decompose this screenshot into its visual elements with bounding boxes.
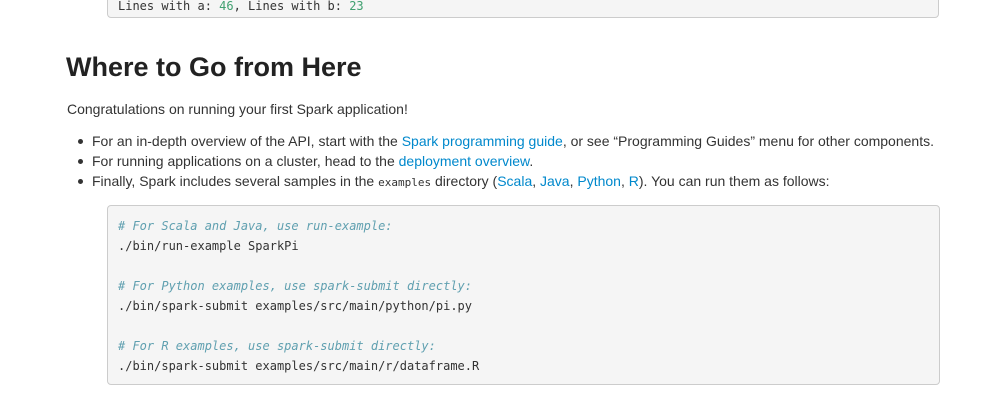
list-item-text: . <box>529 153 534 169</box>
code-comment: # For Scala and Java, use run-example: <box>118 219 393 233</box>
list-item-text: For running applications on a cluster, h… <box>92 153 399 169</box>
code-comment: # For Python examples, use spark-submit … <box>118 279 473 293</box>
previous-code-line: Lines with a: 46, Lines with b: 23 <box>118 0 364 13</box>
code-number: 23 <box>349 0 364 13</box>
programming-guide-link[interactable]: Spark programming guide <box>402 133 563 149</box>
list-item: Finally, Spark includes several samples … <box>78 171 992 191</box>
code-line: ./bin/run-example SparkPi <box>118 239 299 253</box>
intro-paragraph: Congratulations on running your first Sp… <box>67 101 408 117</box>
run-examples-code-block: # For Scala and Java, use run-example: .… <box>107 205 940 385</box>
r-examples-link[interactable]: R <box>629 173 639 189</box>
code-number: 46 <box>219 0 234 13</box>
code-line: ./bin/spark-submit examples/src/main/r/d… <box>118 359 480 373</box>
python-examples-link[interactable]: Python <box>577 173 621 189</box>
next-steps-list: For an in-depth overview of the API, sta… <box>67 131 992 191</box>
list-item-text: directory ( <box>431 173 498 189</box>
separator: , <box>532 173 541 189</box>
code-text: Lines with a: <box>118 0 220 13</box>
scala-examples-link[interactable]: Scala <box>497 173 532 189</box>
java-examples-link[interactable]: Java <box>540 173 570 189</box>
list-item: For an in-depth overview of the API, sta… <box>78 131 992 151</box>
separator: , <box>620 173 629 189</box>
previous-code-block: Lines with a: 46, Lines with b: 23 <box>107 0 939 18</box>
list-item-text: Finally, Spark includes several samples … <box>92 173 379 189</box>
code-comment: # For R examples, use spark-submit direc… <box>118 339 436 353</box>
code-text: , Lines with b: <box>233 0 350 13</box>
examples-inline-code: examples <box>378 176 432 189</box>
list-item-text: For an in-depth overview of the API, sta… <box>92 133 402 149</box>
deployment-overview-link[interactable]: deployment overview <box>399 153 530 169</box>
list-item-text: , or see “Programming Guides” menu for o… <box>562 133 934 149</box>
code-line: ./bin/spark-submit examples/src/main/pyt… <box>118 299 473 313</box>
section-heading: Where to Go from Here <box>66 52 362 82</box>
list-item: For running applications on a cluster, h… <box>78 151 992 171</box>
list-item-text: ). You can run them as follows: <box>638 173 830 189</box>
